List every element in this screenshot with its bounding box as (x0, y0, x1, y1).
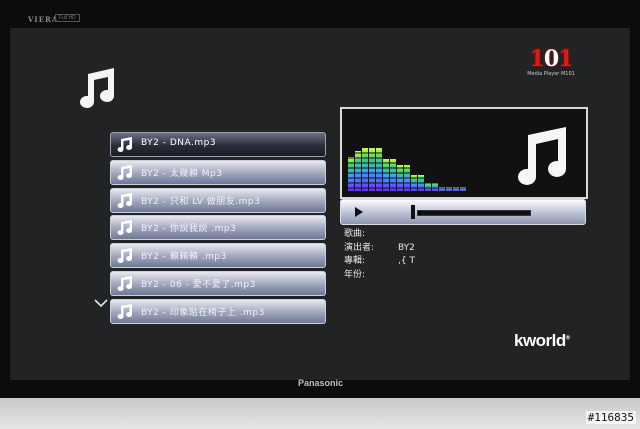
playlist-item-label: BY2 - 太幾賴 Mp3 (141, 168, 223, 179)
media-player-screen: 101 Media Player M101 BY2 - DNA.mp3 BY2 … (10, 28, 630, 380)
playlist-item-label: BY2 - 印象貼在椅子上 .mp3 (141, 307, 265, 318)
panasonic-logo: Panasonic (298, 378, 344, 388)
tv-brand-logo: VIERA (28, 15, 59, 24)
full-hd-badge: Full HD (55, 14, 80, 22)
playlist: BY2 - DNA.mp3 BY2 - 太幾賴 Mp3 BY2 - 只和 LV … (110, 132, 326, 327)
progress-knob[interactable] (411, 205, 415, 219)
album-label: 專輯: (344, 256, 366, 266)
playlist-item-label: BY2 - DNA.mp3 (141, 138, 217, 148)
playlist-item[interactable]: BY2 - 只和 LV 做朋友.mp3 (110, 187, 326, 213)
brand-subtitle: Media Player M101 (527, 71, 575, 77)
music-note-icon (117, 248, 133, 264)
music-note-icon (117, 303, 133, 319)
artist-value: BY2 (398, 242, 415, 253)
music-note-icon (518, 127, 566, 185)
playlist-item-label: BY2 - 你說我說 .mp3 (141, 224, 237, 235)
playlist-item[interactable]: BY2 - 你說我說 .mp3 (110, 215, 326, 241)
playlist-item[interactable]: BY2 - 06 - 愛不愛了.mp3 (110, 270, 326, 296)
artist-label: 演出者: (344, 242, 375, 253)
album-value: ,{ T (398, 256, 415, 266)
music-note-icon (117, 275, 133, 291)
playback-progress-bar[interactable] (340, 199, 586, 225)
music-note-icon (117, 192, 133, 208)
song-label: 歌曲: (344, 229, 366, 239)
watermark: #116835 (585, 411, 636, 424)
progress-fill (418, 211, 422, 215)
media-player-brand-logo: 101 Media Player M101 (512, 48, 590, 86)
year-label: 年份: (344, 269, 366, 280)
playlist-item-label: BY2 - 06 - 愛不愛了.mp3 (141, 279, 256, 290)
tv-frame: VIERA Full HD 101 Media Player M101 BY2 … (0, 0, 640, 429)
playlist-item[interactable]: BY2 - 太幾賴 Mp3 (110, 159, 326, 185)
equalizer-visualizer (348, 148, 468, 191)
music-note-icon (80, 68, 114, 108)
playlist-item[interactable]: BY2 - 印象貼在椅子上 .mp3 (110, 298, 326, 324)
track-info: 歌曲: 演出者: BY2 專輯: ,{ T 年份: (344, 228, 415, 282)
playlist-item-label: BY2 - 賴賴賴 .mp3 (141, 252, 227, 263)
music-note-icon (117, 220, 133, 236)
playlist-item[interactable]: BY2 - 賴賴賴 .mp3 (110, 243, 326, 269)
music-note-icon (117, 164, 133, 180)
kworld-logo: kworld® (514, 331, 570, 350)
playlist-item[interactable]: BY2 - DNA.mp3 (110, 132, 326, 157)
tv-stand-area (0, 398, 640, 429)
music-note-icon (117, 137, 133, 152)
progress-track[interactable] (417, 210, 531, 216)
brand-number-mid: 0 (543, 46, 559, 72)
now-playing-preview (340, 107, 588, 199)
playlist-item-label: BY2 - 只和 LV 做朋友.mp3 (141, 196, 261, 207)
scroll-down-chevron-icon[interactable] (94, 298, 108, 308)
play-icon[interactable] (355, 207, 363, 217)
